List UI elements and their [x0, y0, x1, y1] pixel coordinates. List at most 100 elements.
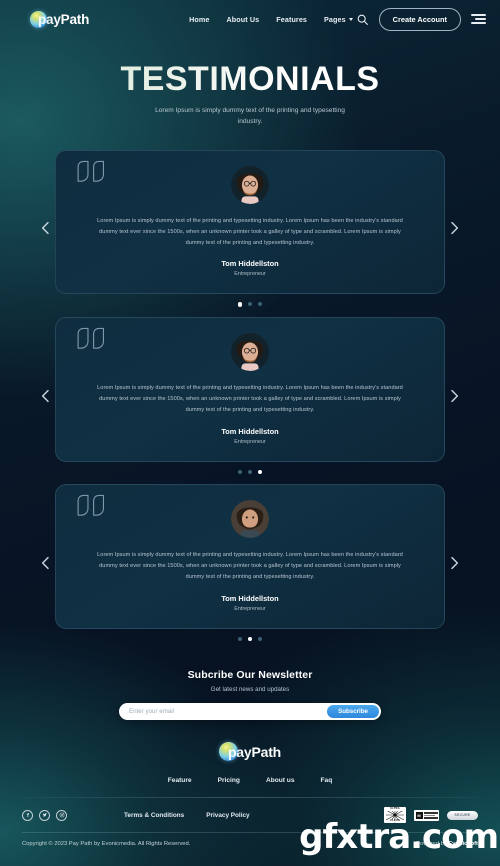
newsletter-section: Subcribe Our Newsletter Get latest news … [0, 669, 500, 721]
carousel-dot[interactable] [247, 469, 252, 474]
secure-pill-badge: SECURE [447, 810, 478, 820]
testimonial-author-role: Entrepreneur [234, 605, 266, 612]
mono-badge-bars [423, 812, 438, 819]
nav-item-pages-label: Pages [324, 14, 346, 24]
quote-marks-icon [76, 494, 107, 519]
nav-item-about-us[interactable]: About Us [227, 15, 260, 24]
hamburger-menu-icon[interactable] [471, 14, 486, 24]
avatar [231, 332, 269, 371]
carousel-dot[interactable] [247, 636, 253, 642]
copyright-bar: Copyright © 2023 Pay Path by Evonicmedia… [22, 832, 478, 847]
brand-logo[interactable]: payPath [30, 10, 89, 28]
carousel-dot[interactable] [237, 469, 242, 474]
footer-brand-name: payPath [228, 744, 281, 760]
social-links [22, 809, 67, 821]
testimonial-carousel-2: Lorem Ipsum is simply dummy text of the … [30, 316, 470, 475]
footer-navigation: Feature Pricing About us Faq [0, 777, 500, 784]
footer-link-feature[interactable]: Feature [168, 777, 192, 784]
primary-nav-links: Home About Us Features Pages [189, 15, 353, 24]
facebook-icon[interactable] [22, 809, 33, 821]
footer: payPath Feature Pricing About us Faq Ter… [0, 742, 500, 847]
footer-brand-logo[interactable]: payPath [218, 742, 281, 762]
brand-name-path: Path [60, 11, 90, 27]
nav-item-home[interactable]: Home [189, 15, 209, 24]
powered-by-text: Powered by Evonicsoft [416, 841, 478, 847]
testimonial-card: Lorem Ipsum is simply dummy text of the … [55, 316, 445, 462]
testimonial-author-role: Entrepreneur [234, 438, 266, 445]
ultra-clean-badge-top: ULTRA [384, 808, 406, 812]
newsletter-title: Subcribe Our Newsletter [187, 669, 313, 682]
ultra-clean-badge: ULTRA CLEAN [384, 807, 406, 824]
copyright-text: Copyright © 2023 Pay Path by Evonicmedia… [22, 841, 191, 848]
nav-actions: Create Account [356, 7, 486, 31]
brand-name-pay: pay [38, 11, 61, 27]
testimonial-card: Lorem Ipsum is simply dummy text of the … [55, 484, 445, 629]
testimonial-quote: Lorem Ipsum is simply dummy text of the … [97, 217, 403, 246]
carousel-dot[interactable] [237, 636, 242, 641]
quote-marks-icon [76, 160, 107, 185]
powered-by-prefix: Powered by [416, 841, 449, 848]
testimonial-quote: Lorem Ipsum is simply dummy text of the … [97, 552, 403, 580]
carousel-prev-arrow-1[interactable] [38, 220, 54, 236]
footer-link-pricing[interactable]: Pricing [218, 777, 240, 784]
footer-link-about-us[interactable]: About us [266, 777, 295, 784]
carousel-dot[interactable] [258, 302, 263, 307]
instagram-icon[interactable] [56, 809, 67, 821]
brand-name: payPath [38, 12, 89, 27]
testimonial-carousel-3: Lorem Ipsum is simply dummy text of the … [30, 484, 470, 642]
testimonial-author-name: Tom Hiddellston [221, 426, 279, 436]
email-input[interactable] [129, 708, 328, 716]
twitter-icon[interactable] [39, 809, 50, 821]
legal-links: Terms & Conditions Privacy Policy [124, 812, 250, 819]
mono-badge-letter: M [415, 811, 423, 819]
search-icon[interactable] [356, 13, 369, 26]
hero-section: TESTIMONIALS Lorem Ipsum is simply dummy… [0, 38, 500, 128]
carousel-dots-3 [30, 636, 470, 642]
footer-brand-name-pay: pay [227, 743, 252, 760]
testimonial-author-role: Entrepreneur [234, 271, 266, 278]
chevron-down-icon [348, 17, 353, 21]
page-root: payPath Home About Us Features Pages Cre… [0, 0, 500, 866]
testimonial-author-name: Tom Hiddellston [221, 593, 279, 603]
footer-bottom-row: Terms & Conditions Privacy Policy ULTRA … [0, 798, 500, 824]
footer-link-faq[interactable]: Faq [321, 777, 333, 784]
carousel-next-arrow-2[interactable] [446, 388, 462, 404]
nav-item-features[interactable]: Features [276, 15, 307, 24]
terms-and-conditions-link[interactable]: Terms & Conditions [124, 812, 184, 819]
carousel-dot[interactable] [237, 302, 243, 307]
carousel-dot[interactable] [248, 302, 253, 307]
certification-badges: ULTRA CLEAN M SECURE [384, 807, 478, 824]
testimonial-card: Lorem Ipsum is simply dummy text of the … [55, 149, 445, 295]
carousel-next-arrow-3[interactable] [446, 555, 462, 571]
ultra-clean-badge-bottom: CLEAN [384, 819, 406, 823]
carousel-dot[interactable] [258, 636, 263, 641]
top-navigation-bar: payPath Home About Us Features Pages Cre… [0, 0, 500, 38]
avatar [231, 500, 269, 539]
hero-subtitle: Lorem Ipsum is simply dummy text of the … [155, 106, 345, 126]
newsletter-form: Subscribe [119, 703, 381, 721]
nav-item-pages[interactable]: Pages [324, 15, 353, 24]
nav-item-home-label: Home [189, 14, 210, 24]
carousel-prev-arrow-2[interactable] [38, 388, 54, 404]
carousel-dot[interactable] [257, 469, 263, 475]
create-account-button[interactable]: Create Account [378, 7, 461, 31]
powered-by-brand: Evonicsoft [448, 841, 478, 848]
testimonials-section: Lorem Ipsum is simply dummy text of the … [30, 149, 470, 642]
testimonial-carousel-1: Lorem Ipsum is simply dummy text of the … [30, 149, 470, 307]
testimonial-author-name: Tom Hiddellston [221, 259, 279, 269]
carousel-dots-1 [30, 302, 470, 307]
nav-item-about-us-label: About Us [226, 14, 260, 24]
carousel-dots-2 [30, 469, 470, 475]
avatar [231, 165, 269, 204]
nav-item-features-label: Features [276, 14, 308, 24]
page-title: TESTIMONIALS [0, 61, 500, 98]
carousel-next-arrow-1[interactable] [446, 220, 462, 236]
carousel-prev-arrow-3[interactable] [38, 555, 54, 571]
newsletter-subtitle: Get latest news and updates [210, 686, 290, 694]
privacy-policy-link[interactable]: Privacy Policy [206, 812, 249, 819]
testimonial-quote: Lorem Ipsum is simply dummy text of the … [97, 384, 403, 413]
footer-brand-name-path: Path [251, 743, 282, 760]
mono-badge: M [414, 809, 439, 821]
quote-marks-icon [76, 327, 107, 352]
subscribe-button[interactable]: Subscribe [327, 705, 379, 719]
